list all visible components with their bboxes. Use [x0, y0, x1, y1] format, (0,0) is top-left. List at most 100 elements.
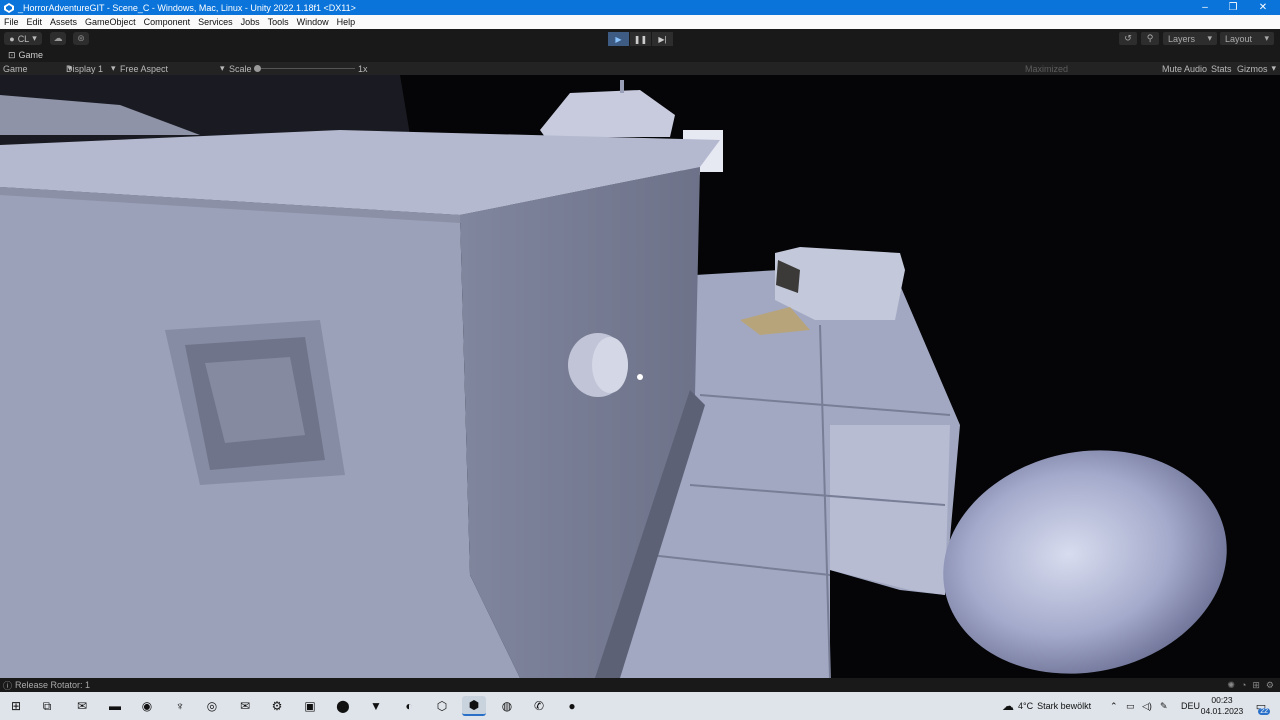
steam-client-icon[interactable]: ◐ — [397, 696, 421, 716]
obs-icon[interactable]: ◎ — [200, 696, 224, 716]
pause-icon: ❚❚ — [633, 34, 648, 44]
pause-button[interactable]: ❚❚ — [630, 32, 651, 46]
tray-app-icon[interactable]: ✎ — [1160, 692, 1168, 720]
menu-edit[interactable]: Edit — [23, 17, 47, 27]
gizmos-label: Gizmos — [1237, 63, 1268, 74]
menu-tools[interactable]: Tools — [264, 17, 293, 27]
layers-dropdown[interactable]: Layers ▾ — [1163, 32, 1217, 45]
tab-game[interactable]: ⊡ Game — [4, 48, 47, 62]
game-view-header: Game ▾ Display 1 ▾ Free Aspect ▾ Scale 1… — [0, 62, 1280, 75]
play-button[interactable]: ▶ — [608, 32, 629, 46]
tab-row: ⊡ Game — [0, 48, 1280, 62]
scale-slider-handle[interactable] — [254, 65, 261, 72]
menu-bar: File Edit Assets GameObject Component Se… — [0, 15, 1280, 29]
tab-game-label: Game — [18, 50, 44, 60]
crosshair-dot — [637, 374, 643, 380]
menu-window[interactable]: Window — [293, 17, 333, 27]
system-clock[interactable]: 00:23 04.01.2023 — [1200, 695, 1244, 717]
stats-toggle[interactable]: Stats — [1211, 62, 1232, 75]
visual-studio-icon[interactable]: ▣ — [298, 696, 322, 716]
recorder-icon[interactable]: ● — [560, 696, 584, 716]
window-title: _HorrorAdventureGIT - Scene_C - Windows,… — [18, 2, 356, 13]
gitkraken-icon[interactable]: ♆ — [168, 696, 192, 716]
menu-component[interactable]: Component — [140, 17, 195, 27]
volume-icon[interactable]: ◁) — [1142, 692, 1152, 720]
launcher-icon[interactable]: ▼ — [364, 696, 388, 716]
scale-label: Scale — [229, 63, 252, 74]
gamepad-icon: ⊡ — [8, 49, 16, 60]
search-icon[interactable]: ⚲ — [1141, 32, 1159, 45]
clock-time: 00:23 — [1211, 695, 1233, 705]
tray-expand-icon[interactable]: ⌃ — [1110, 692, 1118, 720]
layers-label: Layers — [1168, 33, 1196, 44]
unity-hub-icon[interactable]: ⬡ — [430, 696, 454, 716]
account-label: CL — [17, 33, 30, 44]
windows-start-icon[interactable]: ⊞ — [4, 696, 28, 716]
chevron-down-icon: ▾ — [220, 63, 225, 73]
messenger-icon[interactable]: ◍ — [495, 696, 519, 716]
menu-help[interactable]: Help — [333, 17, 360, 27]
chrome-icon[interactable]: ◉ — [135, 696, 159, 716]
account-dropdown[interactable]: ● CL ▾ — [4, 32, 42, 45]
main-toolbar: ● CL ▾ ☁ ⊛ ▶ ❚❚ ▶| ↺ ⚲ Layers ▾ Layout ▾ — [0, 29, 1280, 48]
menu-assets[interactable]: Assets — [46, 17, 81, 27]
steam-icon[interactable]: ⚙ — [265, 696, 289, 716]
menu-jobs[interactable]: Jobs — [237, 17, 264, 27]
clock-date: 04.01.2023 — [1200, 706, 1244, 716]
layout-label: Layout — [1225, 33, 1253, 44]
mail-icon[interactable]: ✉ — [233, 696, 257, 716]
window-titlebar: _HorrorAdventureGIT - Scene_C - Windows,… — [0, 0, 1280, 15]
close-button[interactable]: ✕ — [1246, 0, 1280, 15]
unity-editor-icon[interactable]: ⬢ — [462, 696, 486, 716]
step-icon: ▶| — [658, 34, 667, 44]
progress-icon[interactable]: ◔ — [1241, 680, 1246, 691]
game-app-icon[interactable]: ⬤ — [331, 696, 355, 716]
unity-logo-icon — [4, 2, 14, 13]
lighting-icon[interactable]: ✺ — [1227, 680, 1235, 691]
aspect-dropdown[interactable]: Free Aspect ▾ — [120, 62, 225, 75]
outlook-icon[interactable]: ✉ — [70, 696, 94, 716]
status-message[interactable]: Release Rotator: 1 — [15, 680, 90, 690]
os-taskbar: ⊞ ⧉ ✉ ▬ ◉ ♆ ◎ ✉ ⚙ ▣ ⬤ ▼ ◐ ⬡ ⬢ ◍ ✆ ● ☁ 4°… — [0, 692, 1280, 720]
maximized-toggle[interactable]: Maximized — [1025, 62, 1068, 75]
network-icon[interactable]: ▭ — [1126, 692, 1135, 720]
debug-icon[interactable]: ⚙ — [1266, 680, 1274, 691]
weather-widget[interactable]: ☁ 4°C Stark bewölkt — [1002, 692, 1091, 720]
network-icon[interactable]: ⊞ — [1252, 680, 1260, 691]
menu-file[interactable]: File — [0, 17, 23, 27]
menu-gameobject[interactable]: GameObject — [81, 17, 140, 27]
weather-temp: 4°C — [1018, 701, 1034, 711]
status-icons: ✺ ◔ ⊞ ⚙ — [1227, 680, 1274, 691]
maximize-button[interactable]: ❐ — [1216, 0, 1250, 15]
step-button[interactable]: ▶| — [652, 32, 673, 46]
chevron-down-icon: ▾ — [1271, 63, 1277, 73]
game-render — [0, 75, 1280, 678]
game-viewport[interactable] — [0, 75, 1280, 678]
chevron-down-icon: ▾ — [111, 63, 116, 73]
aspect-label: Free Aspect — [120, 63, 169, 74]
display-dropdown[interactable]: Display 1 ▾ — [66, 62, 116, 75]
status-bar: ⓘ Release Rotator: 1 ✺ ◔ ⊞ ⚙ — [0, 678, 1280, 692]
playmode-controls: ▶ ❚❚ ▶| — [608, 32, 673, 46]
collab-icon[interactable]: ⊛ — [73, 32, 89, 45]
display-label: Display 1 — [66, 63, 104, 74]
view-label: Game — [3, 63, 28, 74]
layout-dropdown[interactable]: Layout ▾ — [1220, 32, 1274, 45]
scale-slider-track[interactable] — [259, 68, 355, 69]
notification-badge: 22 — [1258, 708, 1270, 715]
chevron-down-icon: ▾ — [32, 33, 37, 43]
file-explorer-icon[interactable]: ▬ — [103, 696, 127, 716]
whatsapp-icon[interactable]: ✆ — [527, 696, 551, 716]
history-icon[interactable]: ↺ — [1119, 32, 1137, 45]
task-view-icon[interactable]: ⧉ — [35, 696, 59, 716]
gizmos-dropdown[interactable]: Gizmos ▾ — [1237, 62, 1276, 75]
scale-value: 1x — [358, 63, 368, 74]
info-icon: ⓘ — [3, 680, 13, 691]
mute-audio-toggle[interactable]: Mute Audio — [1162, 62, 1207, 75]
cloud-icon[interactable]: ☁ — [50, 32, 66, 45]
account-icon: ● — [9, 33, 15, 44]
menu-services[interactable]: Services — [194, 17, 237, 27]
view-dropdown[interactable]: Game ▾ — [3, 62, 72, 75]
notification-center-icon[interactable]: ▭ 22 — [1252, 697, 1270, 715]
language-indicator[interactable]: DEU — [1181, 692, 1200, 720]
